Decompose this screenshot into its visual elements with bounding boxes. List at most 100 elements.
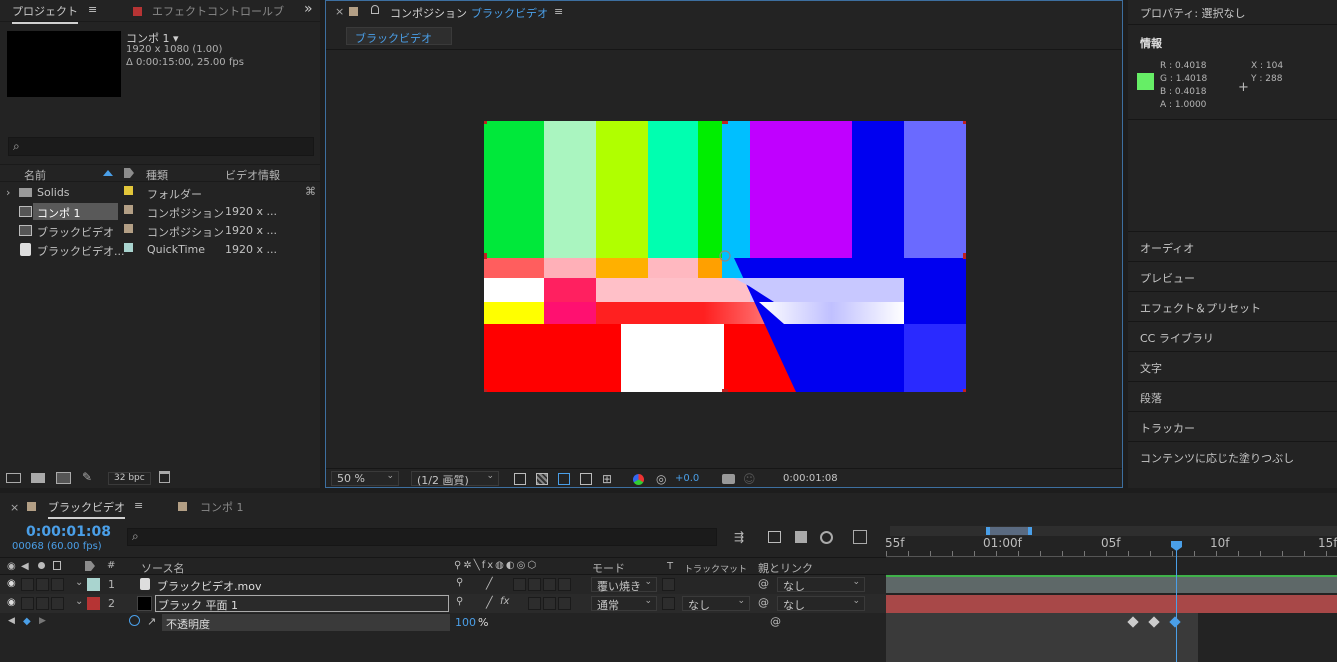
- channels-icon[interactable]: [633, 474, 644, 485]
- transform-handle[interactable]: [722, 121, 728, 124]
- quality-switch-icon[interactable]: ╱: [486, 596, 493, 609]
- tab-timeline-inactive[interactable]: コンポ 1: [200, 499, 244, 515]
- parent-pickwhip-icon[interactable]: @: [758, 577, 769, 590]
- eye-icon[interactable]: ◉: [7, 578, 16, 589]
- trackmatte-dropdown[interactable]: なし ⌄: [682, 596, 750, 612]
- label-color-swatch[interactable]: [124, 186, 133, 195]
- panel-menu-icon[interactable]: ≡: [134, 499, 143, 512]
- solo-toggle[interactable]: [36, 578, 49, 591]
- shy-layers-icon[interactable]: [795, 531, 807, 543]
- layer-row[interactable]: ◉ ⌄ 1 ブラックビデオ.mov ⚲ ╱ 覆い焼き ⌄ @ なし ⌄: [0, 575, 886, 594]
- transform-handle[interactable]: [963, 389, 966, 392]
- property-value[interactable]: 100: [455, 616, 476, 629]
- label-color-swatch[interactable]: [124, 243, 133, 252]
- grid-guides-icon[interactable]: ⊞: [602, 472, 612, 486]
- bit-depth-button[interactable]: 32 bpc: [108, 472, 151, 485]
- panel-menu-icon[interactable]: ≡: [554, 5, 563, 18]
- quality-switch-icon[interactable]: ╱: [486, 577, 493, 590]
- shy-switch-icon[interactable]: ⚲: [456, 596, 463, 607]
- layer-track-1[interactable]: [886, 575, 1337, 593]
- list-item[interactable]: › Solids フォルダー ⌘: [0, 183, 320, 202]
- close-icon[interactable]: ×: [10, 501, 19, 514]
- project-search-input[interactable]: ⌕: [8, 137, 314, 156]
- label-color-swatch[interactable]: [87, 578, 100, 591]
- col-mode[interactable]: モード: [592, 560, 625, 576]
- panel-cc-libraries[interactable]: CC ライブラリ: [1128, 321, 1337, 350]
- expand-chevron-icon[interactable]: ⌄: [75, 577, 83, 588]
- transform-handle[interactable]: [963, 121, 966, 124]
- switch-box[interactable]: [558, 597, 571, 610]
- show-snapshot-icon[interactable]: ☺: [743, 472, 756, 486]
- panel-paragraph[interactable]: 段落: [1128, 381, 1337, 410]
- composition-frame[interactable]: [484, 121, 966, 392]
- work-area-bar[interactable]: [986, 527, 1032, 535]
- fast-preview-icon[interactable]: [514, 473, 526, 485]
- exposure-reset-icon[interactable]: ◎: [656, 472, 666, 486]
- eye-icon[interactable]: ◉: [7, 597, 16, 608]
- solo-toggle[interactable]: [36, 597, 49, 610]
- expression-pickwhip-icon[interactable]: @: [770, 615, 781, 628]
- parent-dropdown[interactable]: なし ⌄: [777, 577, 865, 593]
- property-row[interactable]: ◀ ◆ ▶ ↗ 不透明度 100 % @: [0, 613, 886, 632]
- tab-timeline-active[interactable]: ブラックビデオ: [48, 499, 125, 519]
- switch-box[interactable]: [513, 578, 526, 591]
- adjust-project-icon[interactable]: ✎: [82, 470, 92, 484]
- trash-icon[interactable]: [159, 471, 170, 483]
- list-item[interactable]: コンポ 1 コンポジション 1920 x ...: [0, 202, 320, 221]
- switch-box[interactable]: [528, 597, 541, 610]
- col-name-header[interactable]: 名前: [24, 167, 46, 183]
- col-video-header[interactable]: ビデオ情報: [225, 167, 280, 183]
- panel-preview[interactable]: プレビュー: [1128, 261, 1337, 290]
- transform-handle[interactable]: [722, 389, 728, 392]
- panel-tracker[interactable]: トラッカー: [1128, 411, 1337, 440]
- prev-keyframe-icon[interactable]: ◀: [8, 616, 15, 626]
- audio-toggle[interactable]: [21, 597, 34, 610]
- lock-toggle[interactable]: [51, 597, 64, 610]
- preserve-transparency-box[interactable]: [662, 578, 675, 591]
- playhead-line[interactable]: [1176, 544, 1177, 662]
- col-source-name[interactable]: ソース名: [141, 560, 184, 576]
- mode-dropdown[interactable]: 通常 ⌄: [591, 596, 657, 612]
- close-icon[interactable]: ×: [335, 5, 344, 18]
- timeline-search-input[interactable]: ⌕: [127, 528, 717, 546]
- new-folder-icon[interactable]: [31, 473, 45, 483]
- new-composition-icon[interactable]: [56, 472, 71, 484]
- frame-blending-icon[interactable]: [820, 531, 833, 544]
- col-trackmatte[interactable]: トラックマット: [684, 562, 747, 575]
- overflow-icon[interactable]: »: [304, 1, 313, 17]
- current-time-display[interactable]: 0:00:01:08: [26, 524, 111, 540]
- draft-3d-icon[interactable]: [768, 531, 781, 543]
- lock-icon[interactable]: [349, 7, 358, 16]
- label-color-swatch[interactable]: [124, 205, 133, 214]
- shy-switch-icon[interactable]: ⚲: [456, 577, 463, 588]
- label-color-swatch[interactable]: [87, 597, 100, 610]
- panel-menu-icon[interactable]: ≡: [88, 3, 97, 16]
- composition-name[interactable]: ブラックビデオ: [471, 5, 548, 21]
- snapshot-icon[interactable]: [722, 474, 735, 484]
- comp-flowchart-icon[interactable]: ⇶: [734, 530, 744, 544]
- mode-dropdown[interactable]: 覆い焼き ⌄: [591, 577, 657, 593]
- audio-toggle[interactable]: [21, 578, 34, 591]
- flowchart-icon[interactable]: ⌘: [305, 185, 316, 198]
- lock-toggle[interactable]: [51, 578, 64, 591]
- col-type-header[interactable]: 種類: [146, 167, 168, 183]
- preserve-transparency-box[interactable]: [662, 597, 675, 610]
- interpret-footage-icon[interactable]: [6, 473, 21, 483]
- unlock-icon[interactable]: [371, 5, 379, 14]
- composition-subtab[interactable]: ブラックビデオ: [346, 27, 452, 45]
- layer-row[interactable]: ◉ ⌄ 2 ブラック 平面 1 ⚲ ╱ fx 通常 ⌄ なし ⌄ @ なし ⌄: [0, 594, 886, 613]
- panel-effects-presets[interactable]: エフェクト＆プリセット: [1128, 291, 1337, 320]
- fx-switch-icon[interactable]: fx: [500, 596, 509, 607]
- label-color-swatch[interactable]: [124, 224, 133, 233]
- col-parent[interactable]: 親とリンク: [758, 560, 813, 576]
- resolution-dropdown[interactable]: (1/2 画質) ⌄: [411, 471, 499, 487]
- parent-dropdown[interactable]: なし ⌄: [777, 596, 865, 612]
- viewer-timecode[interactable]: 0:00:01:08: [783, 473, 838, 484]
- switch-box[interactable]: [543, 578, 556, 591]
- transparency-grid-icon[interactable]: [536, 473, 548, 485]
- mask-visibility-icon[interactable]: [558, 473, 570, 485]
- next-keyframe-icon[interactable]: ▶: [39, 616, 46, 626]
- exposure-value[interactable]: +0.0: [675, 473, 699, 484]
- parent-pickwhip-icon[interactable]: @: [758, 596, 769, 609]
- expand-chevron-icon[interactable]: ⌄: [75, 596, 83, 607]
